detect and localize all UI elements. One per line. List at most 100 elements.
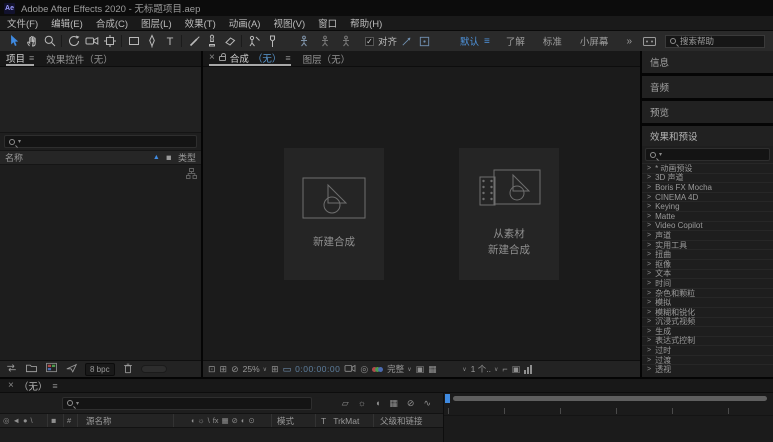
frame-blending-icon[interactable]: ▦ [389,399,398,408]
camera-tool-icon[interactable] [83,33,100,49]
paper-plane-icon[interactable] [65,362,78,377]
source-name-column[interactable]: 源名称 [78,414,174,427]
effects-category-row[interactable]: > * 动画预设 [642,163,773,173]
fast-previews-icon[interactable]: ▣ [512,365,521,374]
delete-trash-icon[interactable] [122,362,134,377]
effects-category-row[interactable]: > 过时 [642,345,773,355]
project-item-list[interactable] [0,165,201,360]
motion-blur-icon[interactable]: ⊘ [407,399,415,408]
lock-column-icon[interactable]: \ [31,417,33,425]
clone-stamp-tool-icon[interactable] [203,33,220,49]
timeline-search-field[interactable]: ▾ [62,397,312,410]
effects-category-row[interactable]: > Video Copilot [642,221,773,231]
close-icon[interactable]: × [209,52,215,63]
selection-tool-icon[interactable] [5,33,22,49]
tab-effect-controls[interactable]: 效果控件（无） [46,51,113,66]
column-type[interactable]: 类型 [178,151,196,164]
audio-icon[interactable]: ◄ [13,417,20,425]
effects-category-row[interactable]: > Keying [642,201,773,211]
hide-shy-layers-icon[interactable]: ◖ [375,399,380,408]
effects-category-row[interactable]: > 3D 声道 [642,173,773,183]
current-timecode[interactable]: 0:00:00:00 [295,364,340,374]
effects-category-row[interactable]: > CINEMA 4D [642,192,773,202]
tab-composition[interactable]: × 合成 （无） ≡ [209,51,291,66]
new-folder-icon[interactable] [25,362,38,376]
column-name[interactable]: 名称 [5,151,23,164]
snap-option-2-icon[interactable] [416,33,433,49]
effects-category-row[interactable]: > 时间 [642,278,773,288]
project-flowchart-icon[interactable] [186,168,197,182]
workspace-item[interactable]: 小屏幕 [580,34,609,48]
draft-3d-icon[interactable]: ☼ [358,399,366,408]
playhead[interactable] [445,394,450,403]
effects-category-row[interactable]: > 过渡 [642,355,773,365]
workspace-item[interactable]: 标准 [543,34,562,48]
effects-category-row[interactable]: > Matte [642,211,773,221]
zoom-tool-icon[interactable] [41,33,58,49]
snap-option-1-icon[interactable] [398,33,415,49]
effects-category-row[interactable]: > 模糊和锐化 [642,307,773,317]
graph-editor-icon[interactable]: ∿ [423,399,431,408]
effects-category-row[interactable]: > 模拟 [642,297,773,307]
effects-category-row[interactable]: > Boris FX Mocha [642,182,773,192]
effects-category-row[interactable]: > 文本 [642,269,773,279]
new-composition-icon[interactable] [45,362,58,376]
menu-item[interactable]: 帮助(H) [350,16,382,30]
effects-category-row[interactable]: > 杂色和颗粒 [642,288,773,298]
panel-menu-icon[interactable]: ≡ [52,381,57,391]
eye-icon[interactable]: ◎ [3,417,10,425]
solo-icon[interactable]: ● [23,417,28,425]
pen-tool-icon[interactable] [143,33,160,49]
transparency-grid-icon[interactable]: ▦ [428,365,437,374]
roto-brush-tool-icon[interactable] [245,33,262,49]
brush-tool-icon[interactable] [185,33,202,49]
type-tool-icon[interactable]: T [161,33,178,49]
new-composition-from-footage-card[interactable]: 从素材 新建合成 [459,148,559,280]
new-composition-card[interactable]: 新建合成 [284,148,384,280]
effects-presets-header[interactable]: 效果和预设 [642,126,773,146]
tab-layer[interactable]: 图层（无） [303,51,351,66]
show-snapshot-icon[interactable]: ◎ [360,365,368,374]
effects-category-row[interactable]: > 实用工具 [642,240,773,250]
pixel-aspect-icon[interactable]: ⌐ [502,365,507,374]
region-of-interest-icon[interactable]: ▭ [283,365,292,374]
puppet-pin-tool-icon[interactable] [263,33,280,49]
menu-item[interactable]: 窗口 [318,16,337,30]
adobe-stock-icon[interactable] [641,33,658,49]
color-depth-button[interactable]: 8 bpc [85,363,115,376]
rotate-tool-icon[interactable] [65,33,82,49]
workspace-overflow-icon[interactable]: » [626,36,632,47]
effects-category-row[interactable]: > 沉浸式视频 [642,317,773,327]
mask-visibility-icon[interactable]: ⊘ [231,365,239,374]
horizontal-scrollbar[interactable] [453,396,767,401]
menu-item[interactable]: 文件(F) [7,16,38,30]
view-axis-mode-icon[interactable] [337,33,354,49]
workspace-active[interactable]: 默认 [460,34,479,48]
effects-category-row[interactable]: > 抠像 [642,259,773,269]
rectangle-tool-icon[interactable] [125,33,142,49]
grid-options-icon[interactable]: ⊞ [220,365,228,374]
exposure-histogram-icon[interactable] [524,365,532,374]
hand-tool-icon[interactable] [23,33,40,49]
effects-category-row[interactable]: > 透视 [642,364,773,374]
panel-audio[interactable]: 音频 [642,76,773,98]
magnification-dropdown[interactable]: 25% ∨ [243,364,267,374]
panel-info[interactable]: 信息 [642,51,773,73]
sort-ascending-icon[interactable]: ▲ [153,154,160,161]
label-column-icon[interactable]: ◆ [164,152,175,163]
menu-item[interactable]: 合成(C) [96,16,128,30]
local-axis-mode-icon[interactable] [295,33,312,49]
workspace-menu-icon[interactable]: ≡ [484,36,490,47]
effects-category-row[interactable]: > 扭曲 [642,249,773,259]
menu-item[interactable]: 效果(T) [185,16,216,30]
workspace-item[interactable]: 了解 [506,34,525,48]
project-search-field[interactable]: ▾ [4,135,197,148]
view-layout-dropdown[interactable]: 1 个.. ∨ [471,363,499,375]
comp-mini-flowchart-icon[interactable]: ▱ [342,399,349,408]
close-icon[interactable]: × [8,380,14,391]
lock-icon[interactable] [219,56,226,61]
show-channel-icon[interactable] [372,367,383,372]
choose-grid-icon[interactable]: ⊞ [271,365,279,374]
interpret-footage-icon[interactable] [5,362,18,377]
3d-view-dropdown[interactable]: ∨ [441,366,467,373]
